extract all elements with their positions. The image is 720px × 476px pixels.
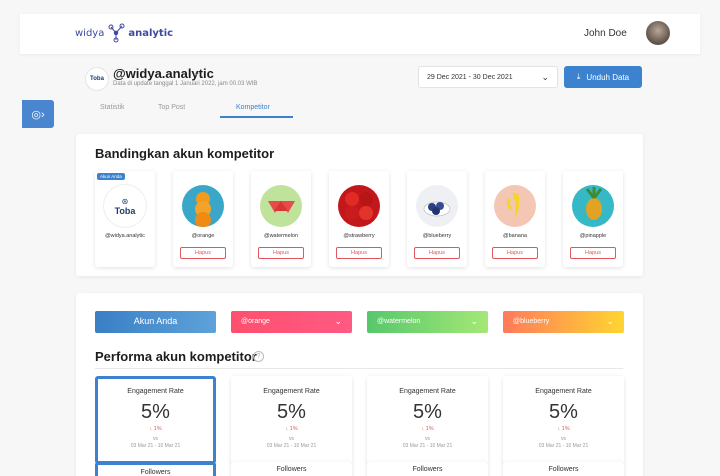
stat-range: 03 Mar 21 - 10 Mar 21 [266, 443, 317, 449]
logo-text-widya: widya [75, 27, 105, 39]
chevron-down-icon: ⌄ [334, 316, 342, 326]
followers-card-blueberry: Followers [503, 462, 624, 476]
stat-range: 03 Mar 21 - 10 Mar 21 [402, 443, 453, 449]
remove-button[interactable]: Hapus [492, 247, 538, 259]
date-range-select[interactable]: 29 Dec 2021 - 30 Dec 2021 ⌄ [418, 66, 558, 88]
stat-vs: vs [153, 436, 158, 442]
remove-button[interactable]: Hapus [258, 247, 304, 259]
stat-vs: vs [425, 436, 430, 442]
stat-value: 5% [413, 401, 442, 423]
competitor-name: @widya.analytic [105, 233, 145, 239]
avatar[interactable] [646, 21, 670, 45]
competitor-name: @pinapple [579, 233, 607, 239]
competitor-select-blueberry[interactable]: @blueberry ⌄ [503, 311, 624, 333]
stat-vs: vs [561, 436, 566, 442]
help-icon[interactable]: ? [253, 351, 264, 362]
fingerprint-icon: ◎› [31, 108, 45, 121]
date-range-value: 29 Dec 2021 - 30 Dec 2021 [427, 74, 513, 81]
followers-label: Followers [276, 466, 307, 473]
stat-label: Engagement Rate [399, 388, 456, 395]
active-tab-indicator [220, 116, 293, 118]
followers-label: Followers [548, 466, 579, 473]
logo-text-analytic: analytic [128, 27, 174, 39]
top-bar: widya analytic John Doe [20, 14, 700, 54]
followers-card-orange: Followers [231, 462, 352, 476]
stat-vs: vs [289, 436, 294, 442]
stat-card-blueberry: Engagement Rate 5% ↓ 1% vs 03 Mar 21 - 1… [503, 376, 624, 464]
tab-statistik[interactable]: Statistik [100, 104, 125, 111]
competitor-select-label: @watermelon [377, 318, 421, 325]
toba-logo: ⊛ Toba [104, 185, 146, 227]
competitor-name: @strawberry [343, 233, 375, 239]
remove-button[interactable]: Hapus [180, 247, 226, 259]
competitor-select-label: @orange [241, 318, 270, 325]
competitor-card-own: Akun Anda ⊛ Toba @widya.analytic [95, 171, 155, 267]
competitor-card-banana: @banana Hapus [485, 171, 545, 267]
competitor-avatar-strawberry [338, 185, 380, 227]
competitor-select-label: @blueberry [513, 318, 550, 325]
remove-button[interactable]: Hapus [570, 247, 616, 259]
own-account-selector[interactable]: Akun Anda [95, 311, 216, 333]
chevron-down-icon: ⌄ [541, 72, 549, 82]
followers-label: Followers [412, 466, 443, 473]
compare-title: Bandingkan akun kompetitor [95, 146, 275, 161]
user-name[interactable]: John Doe [584, 28, 627, 39]
competitor-select-orange[interactable]: @orange ⌄ [231, 311, 352, 333]
competitor-name: @blueberry [422, 233, 452, 239]
followers-label: Followers [140, 469, 171, 476]
chevron-down-icon: ⌄ [606, 316, 614, 326]
download-icon: ⤓ [576, 72, 581, 81]
competitor-select-watermelon[interactable]: @watermelon ⌄ [367, 311, 488, 333]
account-logo-text: Toba [90, 76, 104, 82]
stat-label: Engagement Rate [127, 388, 184, 395]
stat-card-own: Engagement Rate 5% ↓ 1% vs 03 Mar 21 - 1… [95, 376, 216, 464]
competitor-name: @orange [191, 233, 215, 239]
own-account-badge: Akun Anda [97, 173, 125, 180]
competitor-avatar-banana [494, 185, 536, 227]
competitor-card-watermelon: @watermelon Hapus [251, 171, 311, 267]
stat-label: Engagement Rate [535, 388, 592, 395]
competitor-card-strawberry: @strawberry Hapus [329, 171, 389, 267]
competitor-avatar-orange [182, 185, 224, 227]
competitor-card-orange: @orange Hapus [173, 171, 233, 267]
competitor-card-blueberry: @blueberry Hapus [407, 171, 467, 267]
stat-card-orange: Engagement Rate 5% ↓ 1% vs 03 Mar 21 - 1… [231, 376, 352, 464]
stat-change: ↓ 1% [557, 426, 570, 432]
chevron-down-icon: ⌄ [470, 316, 478, 326]
competitor-card-pinapple: @pinapple Hapus [563, 171, 623, 267]
followers-card-own: Followers [95, 462, 216, 476]
chevron-down-icon[interactable]: ⌄ [193, 67, 201, 78]
molecule-icon [105, 22, 127, 44]
stat-card-watermelon: Engagement Rate 5% ↓ 1% vs 03 Mar 21 - 1… [367, 376, 488, 464]
stat-range: 03 Mar 21 - 10 Mar 21 [130, 443, 181, 449]
stat-value: 5% [141, 401, 170, 423]
download-label: Unduh Data [586, 72, 630, 82]
stat-change: ↓ 1% [285, 426, 298, 432]
toba-logo-text: Toba [114, 205, 136, 216]
competitor-avatar-watermelon [260, 185, 302, 227]
followers-card-watermelon: Followers [367, 462, 488, 476]
divider [95, 368, 623, 369]
tab-top-post[interactable]: Top Post [158, 104, 185, 111]
competitor-name: @watermelon [263, 233, 298, 239]
account-logo: Toba [86, 68, 108, 90]
competitor-avatar-blueberry [416, 185, 458, 227]
download-button[interactable]: ⤓ Unduh Data [564, 66, 642, 88]
stat-change: ↓ 1% [421, 426, 434, 432]
toba-logo-symbol: ⊛ [121, 196, 129, 206]
stat-value: 5% [549, 401, 578, 423]
competitor-avatar-pinapple [572, 185, 614, 227]
stat-range: 03 Mar 21 - 10 Mar 21 [538, 443, 589, 449]
update-info: Data di update tanggal 1 Januari 2022, j… [113, 81, 258, 87]
performance-title: Performa akun kompetitor [95, 349, 257, 364]
sidebar-toggle-button[interactable]: ◎› [22, 100, 54, 128]
stat-change: ↓ 1% [149, 426, 162, 432]
remove-button[interactable]: Hapus [414, 247, 460, 259]
stat-label: Engagement Rate [263, 388, 320, 395]
stat-value: 5% [277, 401, 306, 423]
tab-kompetitor[interactable]: Kompetitor [236, 104, 270, 111]
app-logo[interactable]: widya analytic [75, 22, 173, 44]
competitor-name: @banana [503, 233, 527, 239]
remove-button[interactable]: Hapus [336, 247, 382, 259]
